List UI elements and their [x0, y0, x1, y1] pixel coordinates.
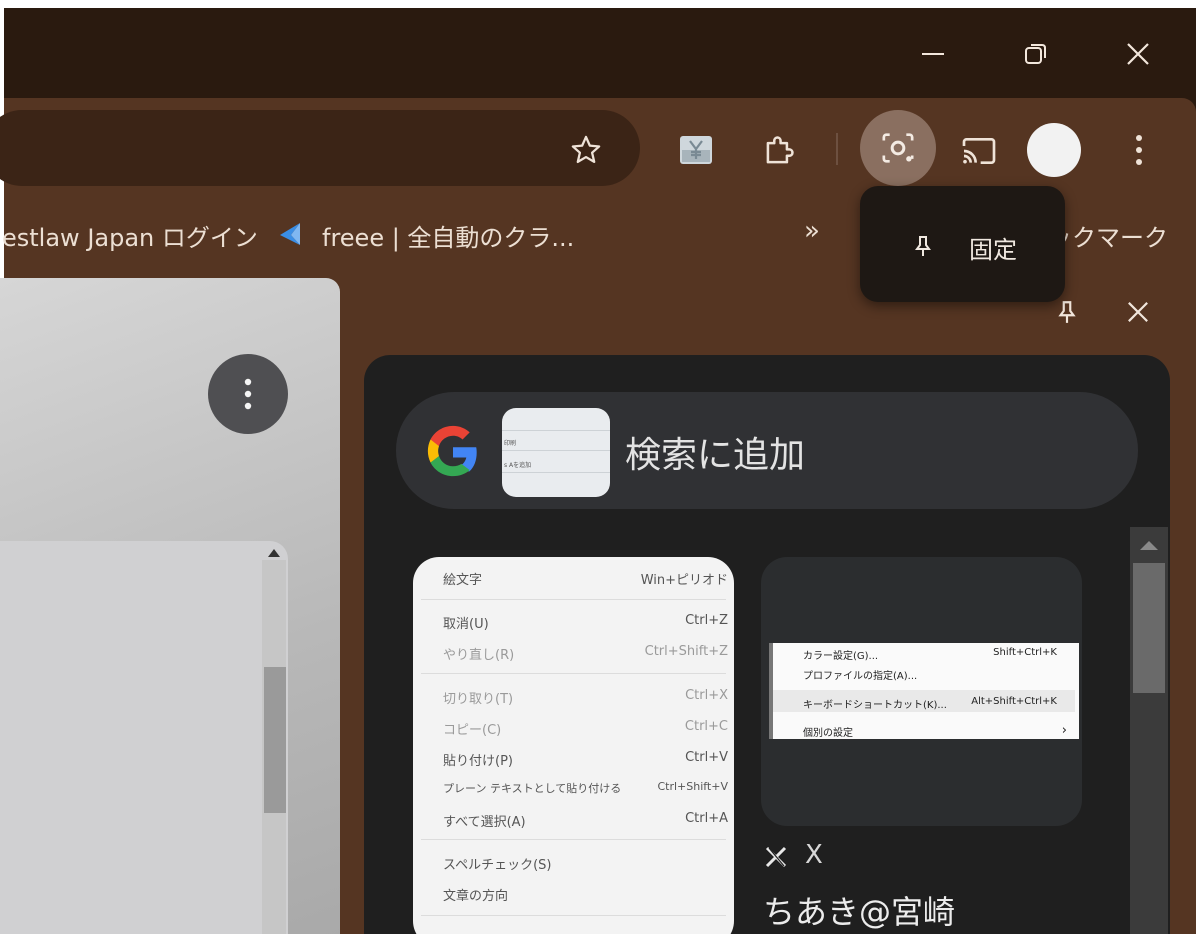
pin-label[interactable]: 固定 — [969, 230, 1017, 265]
scroll-up-arrow-icon[interactable] — [1140, 541, 1158, 550]
profile-avatar[interactable] — [1027, 123, 1081, 177]
thumbnail-text: 印刷 — [504, 440, 517, 447]
yen-extension-button[interactable] — [676, 130, 716, 170]
pin-icon — [915, 236, 931, 256]
close-button[interactable] — [1118, 34, 1158, 74]
extensions-button[interactable] — [758, 130, 800, 172]
query-thumbnail[interactable]: 印刷 s Aを追加 — [502, 408, 610, 497]
bookmark-label: freee | 全自動のクラ... — [322, 224, 575, 252]
selected-region-card — [0, 541, 288, 934]
bookmarks-overflow-button[interactable]: » — [804, 216, 820, 246]
result-source-label: X — [805, 840, 823, 870]
pin-tooltip — [860, 186, 1065, 302]
freee-logo-icon — [280, 223, 300, 245]
lens-button[interactable] — [860, 110, 936, 186]
toolbar-divider — [836, 133, 838, 165]
close-panel-button[interactable] — [1120, 294, 1156, 330]
result-title[interactable]: ちあき@宮崎 — [763, 887, 955, 933]
scrollbar-thumb[interactable] — [264, 667, 286, 813]
bookmark-item[interactable]: freee | 全自動のクラ... — [322, 218, 574, 253]
minimize-icon — [922, 53, 944, 55]
other-bookmarks[interactable]: ックマーク — [1048, 218, 1168, 253]
results-scrollbar-thumb[interactable] — [1133, 563, 1165, 693]
more-vert-icon — [244, 378, 252, 410]
google-logo — [424, 423, 482, 481]
x-logo-icon — [764, 845, 788, 869]
restore-button[interactable] — [1016, 34, 1056, 74]
bookmark-item[interactable]: estlaw Japan ログイン — [2, 218, 258, 253]
divider — [421, 673, 726, 674]
cast-button[interactable] — [956, 128, 1002, 174]
bookmark-star-button[interactable] — [566, 130, 606, 170]
scroll-up-arrow-icon[interactable] — [268, 549, 280, 557]
add-to-search-label: 検索に追加 — [625, 435, 806, 476]
yen-extension-icon — [680, 136, 712, 164]
address-bar[interactable] — [0, 110, 640, 186]
restore-icon — [1025, 44, 1046, 64]
divider — [421, 839, 726, 840]
divider — [421, 599, 726, 600]
pin-icon — [1058, 301, 1076, 323]
google-g-icon — [427, 425, 477, 477]
close-icon — [1128, 302, 1148, 322]
cast-icon — [962, 138, 996, 164]
more-vert-icon — [1136, 135, 1142, 165]
thumbnail-text: s Aを追加 — [504, 462, 532, 469]
star-icon — [571, 135, 601, 164]
result-image: カラー設定(G)... Shift+Ctrl+K プロファイルの指定(A)...… — [769, 643, 1079, 739]
page-options-button[interactable] — [208, 354, 288, 434]
bookmark-label: estlaw Japan ログイン — [2, 224, 258, 252]
lens-icon — [882, 133, 914, 163]
result-card[interactable]: 絵文字 Win+ピリオド 取消(U) Ctrl+Z やり直し(R) Ctrl+S… — [413, 557, 734, 934]
minimize-button[interactable] — [914, 34, 954, 74]
extensions-puzzle-icon — [766, 136, 794, 164]
menu-button[interactable] — [1120, 130, 1158, 170]
pin-option[interactable] — [906, 226, 940, 266]
freee-favicon — [276, 220, 304, 248]
close-icon — [1127, 43, 1149, 65]
divider — [421, 915, 726, 916]
